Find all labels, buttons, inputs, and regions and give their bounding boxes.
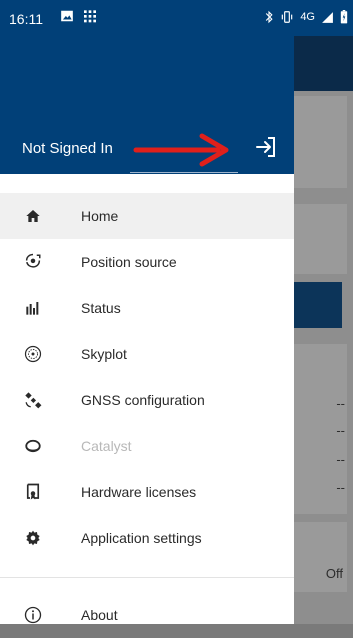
menu-item-position-source[interactable]: Position source (0, 239, 294, 285)
signal-icon (322, 11, 333, 23)
image-notification-icon (61, 10, 73, 22)
network-type-text: 4G (300, 11, 315, 23)
menu-item-label: Application settings (81, 530, 202, 546)
menu-item-label: Status (81, 300, 121, 316)
license-icon (24, 483, 42, 501)
status-bars-icon (24, 299, 42, 317)
background-card (289, 96, 347, 188)
vibrate-icon (282, 11, 293, 23)
menu-item-application-settings[interactable]: Application settings (0, 515, 294, 561)
menu-item-label: Hardware licenses (81, 484, 197, 500)
background-off-label: Off (325, 566, 343, 581)
battery-icon (340, 10, 348, 24)
background-value: -- (336, 396, 345, 411)
status-bar: 16:11 4G (0, 0, 353, 36)
background-card (289, 204, 347, 274)
menu-item-label: Skyplot (81, 346, 127, 362)
background-card (289, 522, 347, 592)
home-icon (24, 207, 42, 225)
login-icon[interactable] (254, 135, 278, 159)
header-divider (130, 172, 238, 173)
position-source-icon (24, 253, 42, 271)
menu-item-hardware-licenses[interactable]: Hardware licenses (0, 469, 294, 515)
status-time: 16:11 (9, 11, 43, 27)
grid-notification-icon (84, 10, 96, 23)
menu-item-status[interactable]: Status (0, 285, 294, 331)
menu-divider (0, 577, 294, 578)
navigation-drawer: Not Signed In Home Position source Statu… (0, 0, 294, 624)
background-value: -- (336, 452, 345, 467)
signin-status-text: Not Signed In (22, 140, 113, 157)
bluetooth-icon (266, 10, 273, 24)
menu-item-skyplot[interactable]: Skyplot (0, 331, 294, 377)
menu-item-home[interactable]: Home (0, 193, 294, 239)
menu-item-label: Position source (81, 254, 177, 270)
info-icon (24, 606, 42, 624)
menu-item-label: About (81, 607, 118, 623)
menu-item-label: Home (81, 208, 119, 224)
drawer-menu: Home Position source Status Skyplot GNSS (0, 193, 294, 638)
menu-item-label: Catalyst (81, 438, 132, 454)
menu-item-label: GNSS configuration (81, 392, 205, 408)
skyplot-icon (24, 345, 42, 363)
background-value: -- (336, 423, 345, 438)
menu-item-gnss-configuration[interactable]: GNSS configuration (0, 377, 294, 423)
gear-icon (24, 529, 42, 547)
annotation-arrow-icon (133, 133, 229, 167)
background-value: -- (336, 480, 345, 495)
menu-item-about[interactable]: About (0, 592, 294, 638)
catalyst-icon (24, 437, 42, 455)
satellite-icon (24, 391, 42, 409)
menu-item-catalyst: Catalyst (0, 423, 294, 469)
